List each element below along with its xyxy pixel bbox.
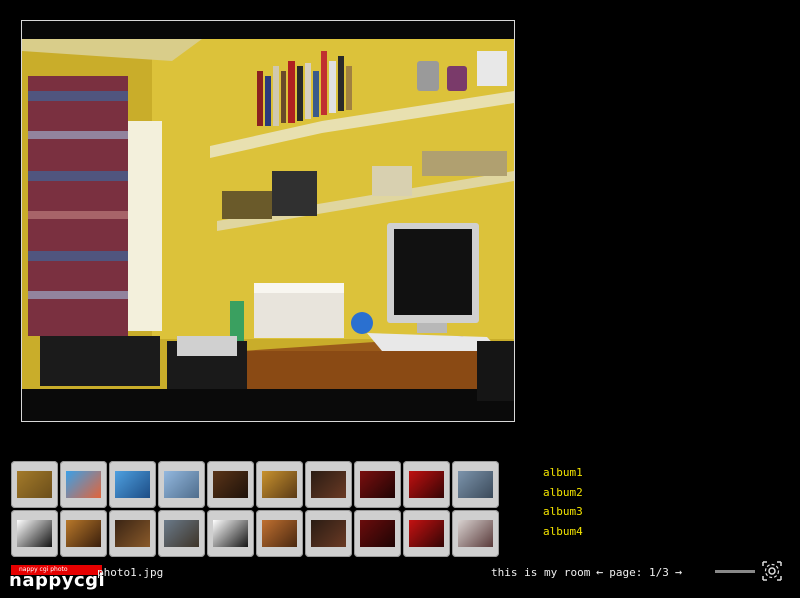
album-list: album1 album2 album3 album4 <box>543 463 583 542</box>
thumbnail[interactable] <box>60 510 107 557</box>
main-photo-image <box>22 21 514 421</box>
thumbnail-image <box>213 520 248 547</box>
thumbnail[interactable] <box>158 461 205 508</box>
arrow-left-icon[interactable]: ← <box>596 566 603 578</box>
thumbnail[interactable] <box>354 461 401 508</box>
thumbnail[interactable] <box>403 510 450 557</box>
nappycgi-logo[interactable]: nappy cgi photo nappycgi <box>9 563 105 591</box>
thumbnail-image <box>17 471 52 498</box>
thumbnail[interactable] <box>305 510 352 557</box>
thumbnail-image <box>458 520 493 547</box>
thumbnail-image <box>311 471 346 498</box>
thumbnail-image <box>360 471 395 498</box>
album-link-3[interactable]: album3 <box>543 502 583 522</box>
photo-caption: this is my room <box>491 566 591 579</box>
thumbnail[interactable] <box>158 510 205 557</box>
pager: ← page: 1/3 → <box>596 566 682 579</box>
thumbnail[interactable] <box>452 510 499 557</box>
album-link-1[interactable]: album1 <box>543 463 583 483</box>
thumbnail[interactable] <box>256 510 303 557</box>
zoom-slider[interactable] <box>715 570 755 573</box>
thumbnail-image <box>17 520 52 547</box>
thumbnail[interactable] <box>109 461 156 508</box>
main-photo[interactable] <box>21 20 515 422</box>
thumbnail[interactable] <box>207 510 254 557</box>
thumbnail-image <box>164 471 199 498</box>
thumbnail-image <box>115 471 150 498</box>
thumbnail-image <box>262 471 297 498</box>
thumbnail[interactable] <box>11 510 58 557</box>
thumbnail-image <box>213 471 248 498</box>
thumbnail-image <box>66 520 101 547</box>
thumbnail[interactable] <box>403 461 450 508</box>
thumbnail-image <box>311 520 346 547</box>
thumbnail[interactable] <box>256 461 303 508</box>
thumbnail[interactable] <box>207 461 254 508</box>
thumbnail[interactable] <box>354 510 401 557</box>
thumbnail[interactable] <box>305 461 352 508</box>
album-link-4[interactable]: album4 <box>543 522 583 542</box>
thumbnail-image <box>115 520 150 547</box>
thumbnail-image <box>262 520 297 547</box>
thumbnail[interactable] <box>60 461 107 508</box>
photo-filename: photo1.jpg <box>97 566 164 579</box>
thumbnail[interactable] <box>109 510 156 557</box>
logo-wordmark: nappycgi <box>9 570 106 591</box>
thumbnail-image <box>164 520 199 547</box>
arrow-right-icon[interactable]: → <box>675 566 682 578</box>
thumbnail-image <box>409 471 444 498</box>
album-link-2[interactable]: album2 <box>543 483 583 503</box>
thumbnail-image <box>360 520 395 547</box>
fullscreen-icon[interactable] <box>762 561 782 581</box>
thumbnail[interactable] <box>11 461 58 508</box>
thumbnail-image <box>409 520 444 547</box>
page-indicator: page: 1/3 <box>609 566 669 579</box>
thumbnail-image <box>66 471 101 498</box>
thumbnail-image <box>458 471 493 498</box>
thumbnail[interactable] <box>452 461 499 508</box>
